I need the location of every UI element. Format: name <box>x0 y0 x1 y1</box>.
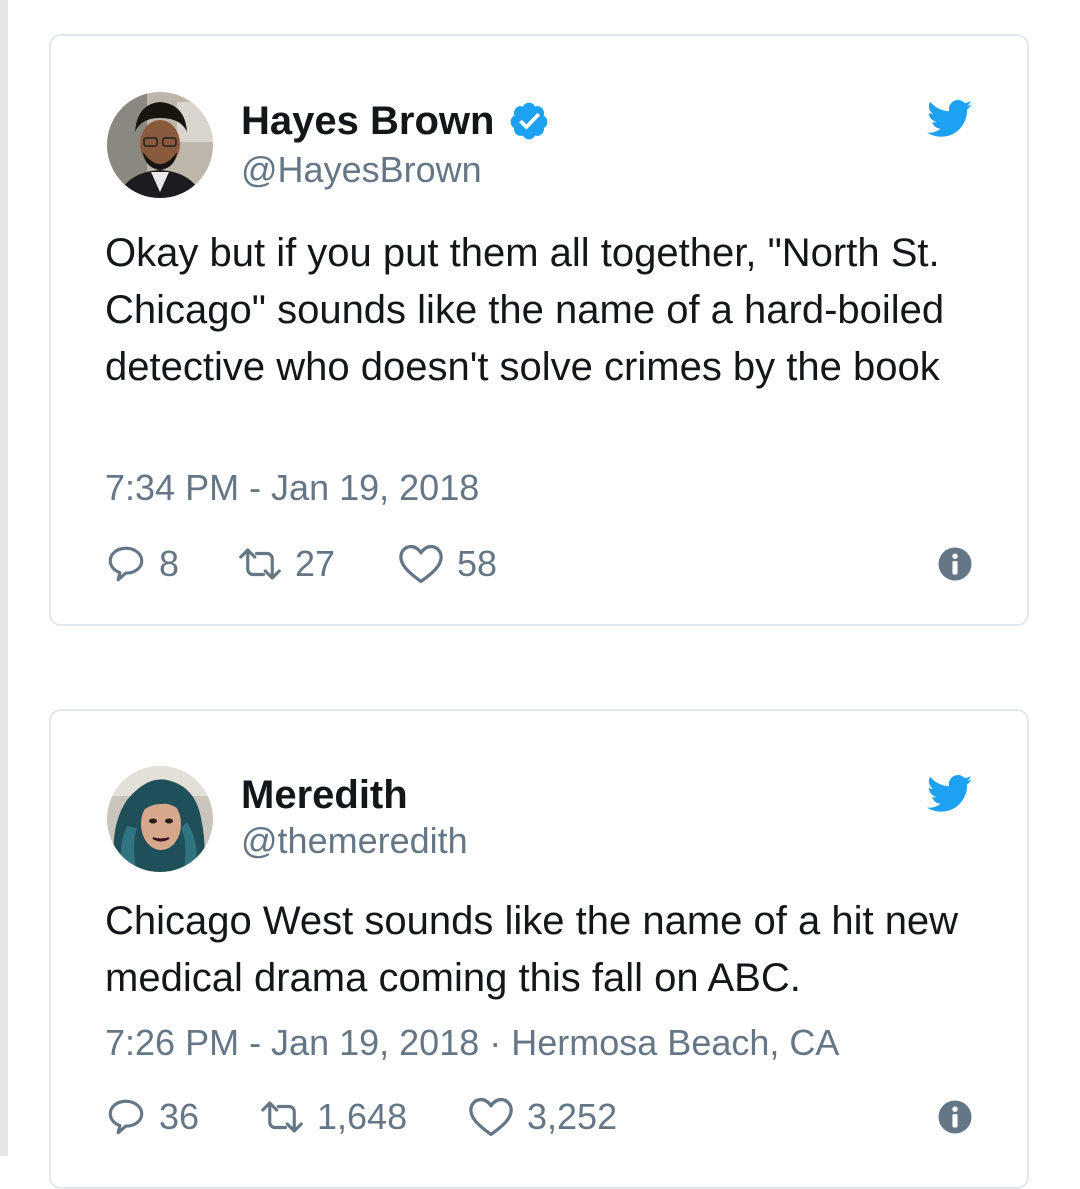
like-count: 58 <box>457 543 498 584</box>
retweet-button[interactable]: 1,648 <box>259 1095 407 1139</box>
heart-icon <box>399 544 443 584</box>
reply-icon <box>108 546 144 582</box>
tweet-meta: 7:26 PM - Jan 19, 2018 · Hermosa Beach, … <box>105 1025 839 1061</box>
like-count: 3,252 <box>527 1096 618 1137</box>
avatar[interactable] <box>107 766 213 872</box>
like-button[interactable]: 3,252 <box>467 1095 617 1139</box>
twitter-bird-icon[interactable] <box>927 775 973 813</box>
tweet-timestamp[interactable]: 7:34 PM - Jan 19, 2018 <box>105 470 479 506</box>
retweet-icon <box>239 548 281 580</box>
action-bar: 36 1,648 3,252 <box>105 1095 973 1139</box>
display-name[interactable]: Meredith <box>241 775 408 815</box>
verified-badge-icon <box>511 102 548 140</box>
retweet-count: 1,648 <box>317 1096 408 1137</box>
tweet-card[interactable]: Hayes Brown @HayesBrown Okay but if you … <box>49 34 1029 626</box>
screen-edge <box>0 0 8 1156</box>
reply-count: 36 <box>159 1096 200 1137</box>
tweet-text: Chicago West sounds like the name of a h… <box>105 899 959 1000</box>
tweet-timestamp[interactable]: 7:26 PM - Jan 19, 2018 <box>105 1022 479 1063</box>
info-icon[interactable] <box>937 1099 973 1135</box>
reply-button[interactable]: 8 <box>105 542 179 586</box>
author-name-row: Meredith <box>241 775 408 815</box>
action-bar: 8 27 58 <box>105 542 973 586</box>
handle[interactable]: @HayesBrown <box>241 152 482 188</box>
author-name-row: Hayes Brown <box>241 100 550 142</box>
display-name[interactable]: Hayes Brown <box>241 101 494 141</box>
tweet-text: Okay but if you put them all together, "… <box>105 231 945 389</box>
info-icon[interactable] <box>937 546 973 582</box>
reply-button[interactable]: 36 <box>105 1095 199 1139</box>
retweet-icon <box>261 1101 303 1133</box>
meta-separator: · <box>489 1022 512 1063</box>
tweet-location[interactable]: Hermosa Beach, CA <box>511 1022 839 1063</box>
handle[interactable]: @themeredith <box>241 823 468 859</box>
heart-icon <box>469 1097 513 1137</box>
retweet-count: 27 <box>295 543 336 584</box>
tweet-card[interactable]: Meredith @themeredith Chicago West sound… <box>49 709 1029 1189</box>
retweet-button[interactable]: 27 <box>237 542 335 586</box>
like-button[interactable]: 58 <box>397 542 497 586</box>
reply-count: 8 <box>159 543 180 584</box>
reply-icon <box>108 1099 144 1135</box>
twitter-bird-icon[interactable] <box>927 100 973 138</box>
avatar[interactable] <box>107 92 213 198</box>
